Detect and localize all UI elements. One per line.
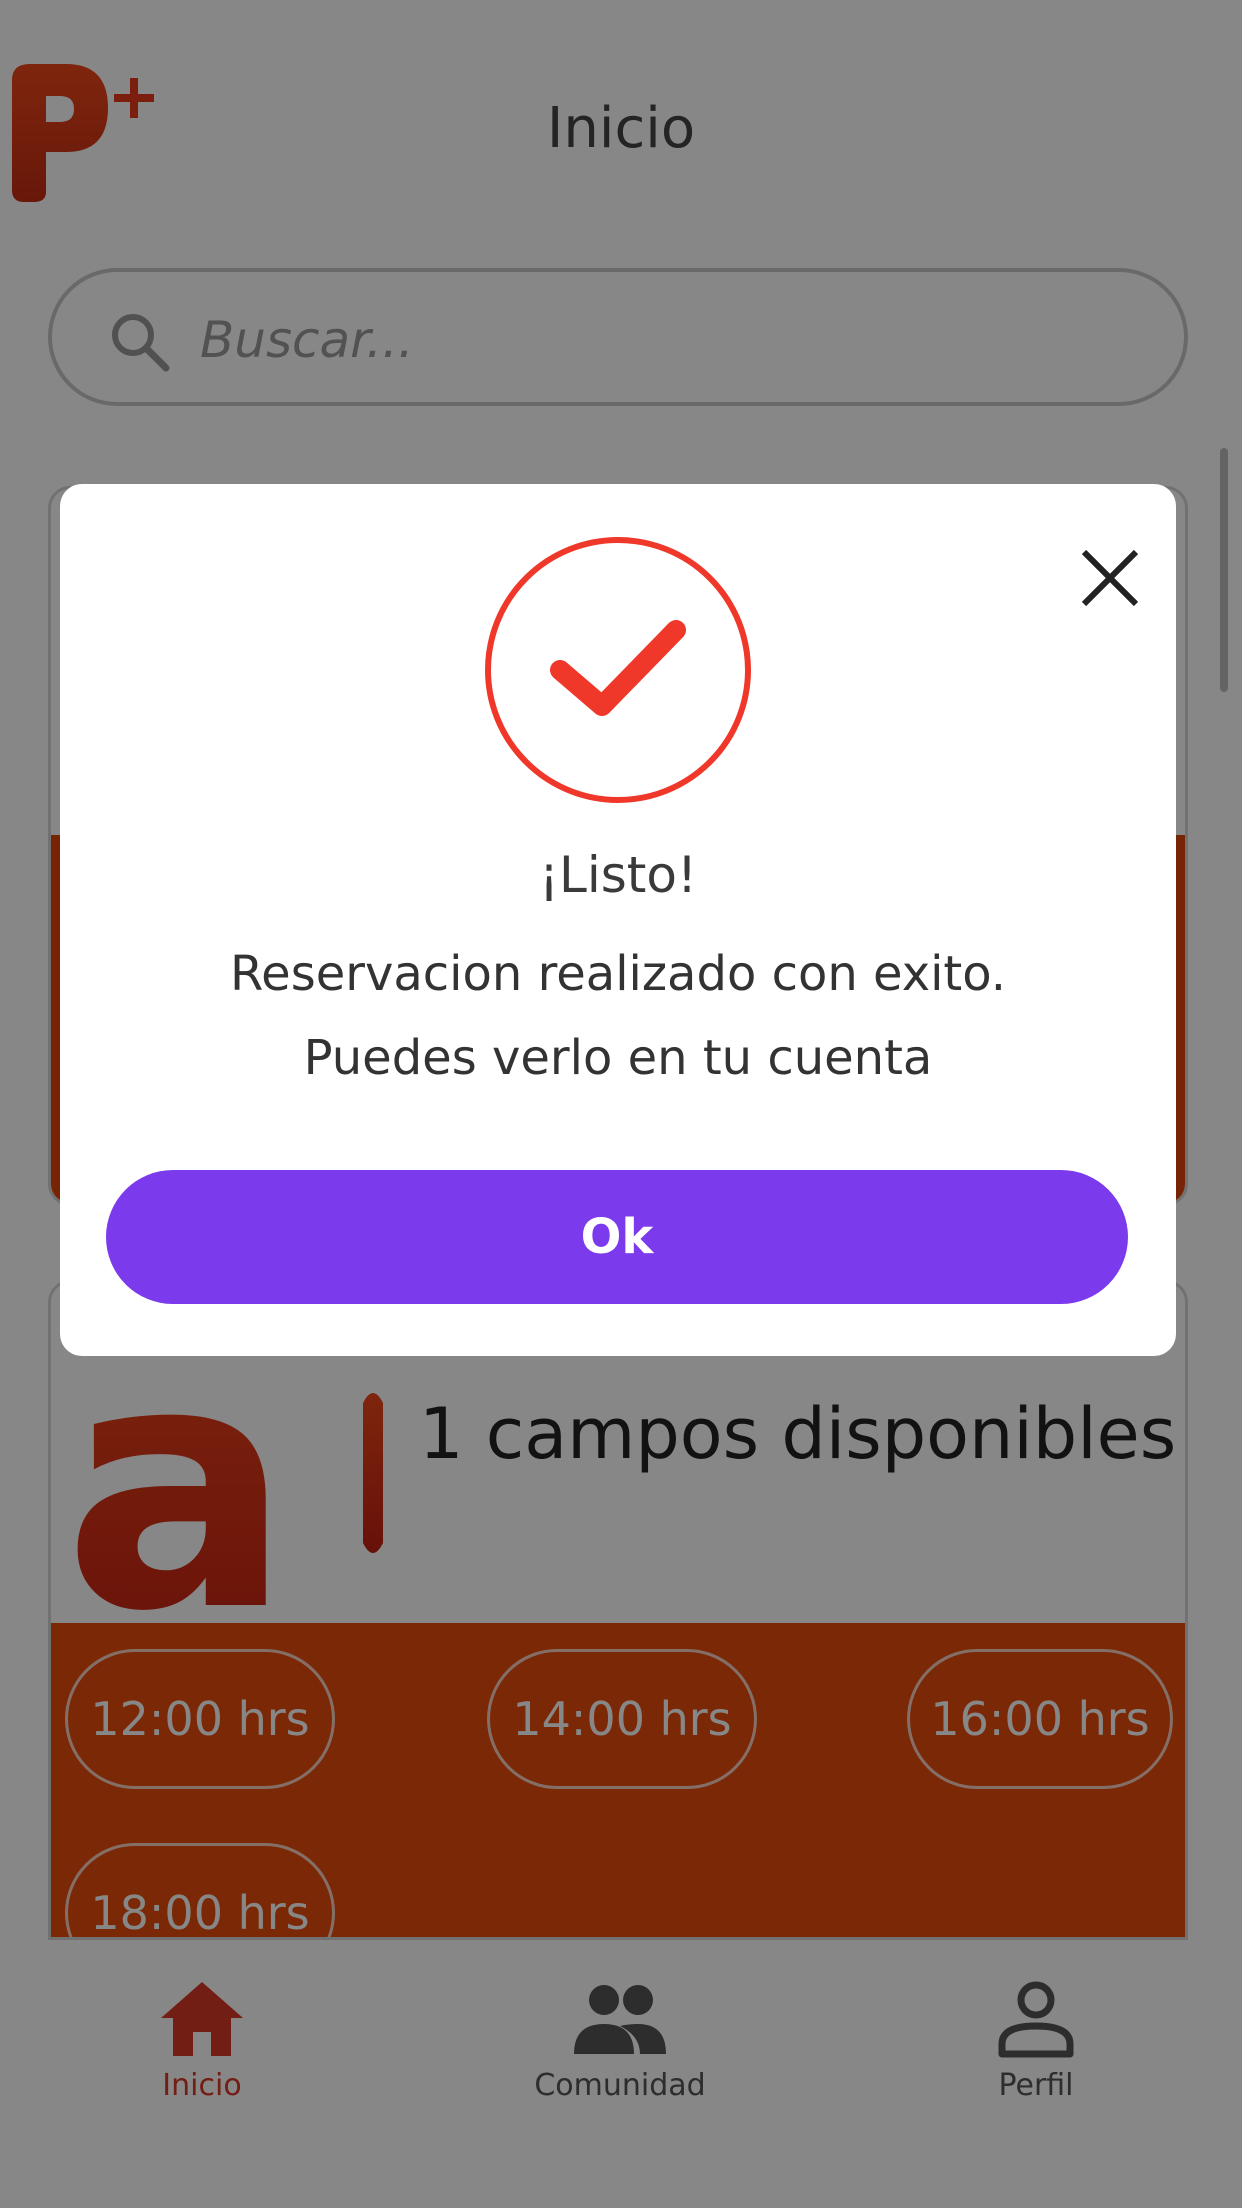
ok-button[interactable]: Ok xyxy=(106,1170,1128,1304)
app-screen: Inicio a 1 campos disponibles 12:00 xyxy=(0,0,1242,2208)
dialog-message-line: Puedes verlo en tu cuenta xyxy=(303,1030,933,1086)
dialog-message-line: Reservacion realizado con exito. xyxy=(229,946,1007,1002)
dialog-heading: ¡Listo! xyxy=(538,846,698,904)
close-icon xyxy=(1081,549,1139,607)
dialog-message: Reservacion realizado con exito. Puedes … xyxy=(60,932,1176,1100)
checkmark-icon xyxy=(485,537,751,803)
success-dialog: ¡Listo! Reservacion realizado con exito.… xyxy=(60,484,1176,1356)
close-button[interactable] xyxy=(1060,528,1160,628)
